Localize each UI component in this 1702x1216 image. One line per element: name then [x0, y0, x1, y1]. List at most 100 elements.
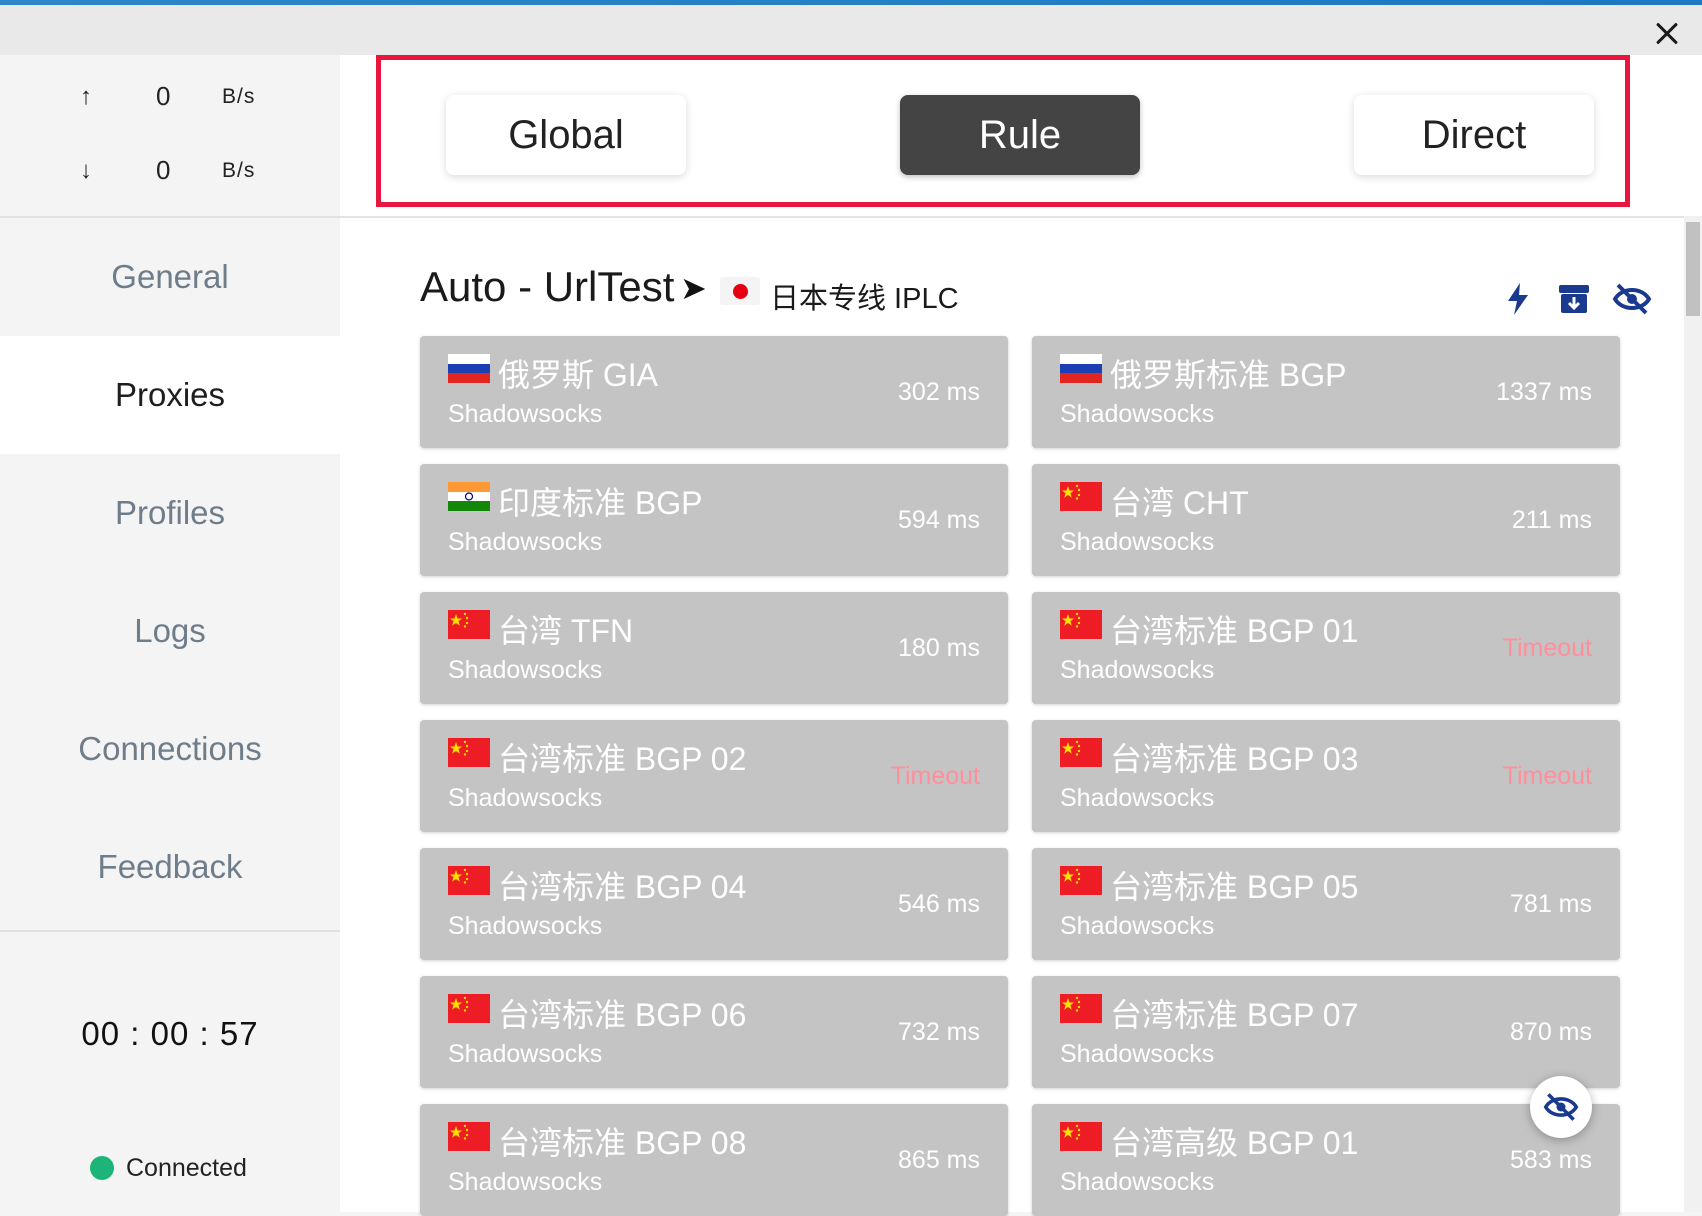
proxy-latency: Timeout — [890, 762, 980, 790]
upload-speed: ↑ 0 B/s — [80, 81, 280, 113]
china-flag-icon — [448, 866, 490, 895]
proxy-name: 台湾标准 BGP 04 — [498, 869, 747, 905]
china-flag-icon — [1060, 482, 1102, 511]
lightning-icon[interactable] — [1500, 281, 1536, 317]
close-icon[interactable] — [1650, 17, 1684, 51]
proxy-type: Shadowsocks — [448, 784, 603, 812]
status-label: Connected — [126, 1153, 247, 1182]
india-flag-icon — [448, 482, 490, 511]
download-arrow-icon: ↓ — [80, 157, 92, 184]
toggle-hidden-button[interactable] — [1530, 1076, 1592, 1138]
proxy-type: Shadowsocks — [1060, 1040, 1215, 1068]
proxy-type: Shadowsocks — [448, 400, 603, 428]
proxy-card[interactable]: 台湾标准 BGP 07 Shadowsocks 870 ms — [1032, 976, 1620, 1088]
nav-item-general[interactable]: General — [0, 218, 340, 336]
proxy-name: 台湾标准 BGP 07 — [1110, 997, 1359, 1033]
china-flag-icon — [448, 1122, 490, 1151]
proxy-type: Shadowsocks — [448, 1040, 603, 1068]
proxy-name: 台湾 TFN — [498, 613, 634, 649]
china-flag-icon — [1060, 610, 1102, 639]
proxy-card[interactable]: 俄罗斯标准 BGP Shadowsocks 1337 ms — [1032, 336, 1620, 448]
session-timer: 00 : 00 : 57 — [81, 1015, 259, 1052]
proxy-name: 台湾高级 BGP 01 — [1110, 1125, 1359, 1161]
sidebar: ↑ 0 B/s ↓ 0 B/s General Proxies Profiles… — [0, 55, 340, 1212]
eye-off-icon — [1543, 1093, 1579, 1121]
china-flag-icon — [1060, 738, 1102, 767]
proxy-latency: 1337 ms — [1496, 378, 1592, 406]
main-panel: Global Rule Direct Auto - UrlTest ➤ 日本专线… — [340, 55, 1702, 1216]
traffic-panel: ↑ 0 B/s ↓ 0 B/s — [0, 55, 340, 218]
proxy-name: 俄罗斯标准 BGP — [1110, 357, 1347, 393]
proxy-type: Shadowsocks — [1060, 1168, 1215, 1196]
proxy-name: 俄罗斯 GIA — [498, 357, 659, 393]
proxy-type: Shadowsocks — [448, 656, 603, 684]
proxy-card[interactable]: 台湾高级 BGP 01 Shadowsocks 583 ms — [1032, 1104, 1620, 1216]
proxy-card[interactable]: 台湾标准 BGP 03 Shadowsocks Timeout — [1032, 720, 1620, 832]
nav-item-feedback[interactable]: Feedback — [0, 808, 340, 926]
mode-rule-button[interactable]: Rule — [900, 95, 1140, 175]
archive-icon[interactable] — [1556, 281, 1592, 317]
eye-off-icon[interactable] — [1612, 281, 1652, 317]
china-flag-icon — [1060, 994, 1102, 1023]
nav-item-profiles[interactable]: Profiles — [0, 454, 340, 572]
proxy-name: 台湾标准 BGP 02 — [498, 741, 747, 777]
nav-item-proxies[interactable]: Proxies — [0, 336, 340, 454]
proxy-card[interactable]: 俄罗斯 GIA Shadowsocks 302 ms — [420, 336, 1008, 448]
mode-direct-button[interactable]: Direct — [1354, 95, 1594, 175]
proxy-card[interactable]: 台湾标准 BGP 04 Shadowsocks 546 ms — [420, 848, 1008, 960]
proxy-mode-bar: Global Rule Direct — [340, 55, 1702, 218]
nav-item-logs[interactable]: Logs — [0, 572, 340, 690]
proxy-latency: 211 ms — [1511, 506, 1592, 534]
proxy-card[interactable]: 台湾标准 BGP 08 Shadowsocks 865 ms — [420, 1104, 1008, 1216]
sidebar-divider — [0, 930, 340, 932]
scroll-thumb[interactable] — [1686, 222, 1700, 316]
proxy-name: 台湾标准 BGP 03 — [1110, 741, 1359, 777]
proxy-group-header: Auto - UrlTest ➤ 日本专线 IPLC — [420, 263, 1652, 323]
proxy-type: Shadowsocks — [1060, 784, 1215, 812]
upload-arrow-icon: ↑ — [80, 83, 92, 110]
download-speed: ↓ 0 B/s — [80, 155, 280, 187]
proxy-latency: Timeout — [1502, 762, 1592, 790]
proxy-name: 台湾 CHT — [1110, 485, 1249, 521]
download-unit: B/s — [222, 159, 256, 182]
proxy-type: Shadowsocks — [448, 1168, 603, 1196]
upload-value: 0 — [156, 81, 171, 111]
nav-item-connections[interactable]: Connections — [0, 690, 340, 808]
china-flag-icon — [448, 738, 490, 767]
status-dot-icon — [90, 1156, 114, 1180]
proxy-latency: 781 ms — [1510, 890, 1592, 918]
group-title: Auto - UrlTest — [420, 263, 675, 310]
proxy-name: 印度标准 BGP — [498, 485, 703, 521]
proxy-type: Shadowsocks — [1060, 528, 1215, 556]
group-selected-proxy: 日本专线 IPLC — [770, 283, 959, 315]
download-value: 0 — [156, 155, 171, 185]
proxy-name: 台湾标准 BGP 06 — [498, 997, 747, 1033]
russia-flag-icon — [1060, 354, 1102, 383]
japan-flag-icon — [720, 277, 760, 305]
china-flag-icon — [1060, 1122, 1102, 1151]
proxy-card[interactable]: 台湾标准 BGP 02 Shadowsocks Timeout — [420, 720, 1008, 832]
proxy-latency: 546 ms — [898, 890, 980, 918]
proxy-type: Shadowsocks — [1060, 400, 1215, 428]
china-flag-icon — [448, 994, 490, 1023]
proxy-type: Shadowsocks — [448, 528, 603, 556]
proxy-latency: Timeout — [1502, 634, 1592, 662]
proxy-card[interactable]: 印度标准 BGP Shadowsocks 594 ms — [420, 464, 1008, 576]
proxy-latency: 870 ms — [1510, 1018, 1592, 1046]
proxy-card[interactable]: 台湾 CHT Shadowsocks 211 ms — [1032, 464, 1620, 576]
proxy-name: 台湾标准 BGP 01 — [1110, 613, 1359, 649]
proxy-name: 台湾标准 BGP 08 — [498, 1125, 747, 1161]
proxy-type: Shadowsocks — [1060, 656, 1215, 684]
proxy-card[interactable]: 台湾标准 BGP 01 Shadowsocks Timeout — [1032, 592, 1620, 704]
proxy-type: Shadowsocks — [1060, 912, 1215, 940]
connection-status: Connected — [90, 1153, 247, 1183]
mode-global-button[interactable]: Global — [446, 95, 686, 175]
proxy-latency: 302 ms — [898, 378, 980, 406]
proxy-card[interactable]: 台湾标准 BGP 06 Shadowsocks 732 ms — [420, 976, 1008, 1088]
upload-unit: B/s — [222, 85, 256, 108]
proxy-type: Shadowsocks — [448, 912, 603, 940]
scrollbar[interactable] — [1684, 216, 1702, 1212]
arrow-right-icon: ➤ — [680, 270, 707, 306]
proxy-card[interactable]: 台湾标准 BGP 05 Shadowsocks 781 ms — [1032, 848, 1620, 960]
proxy-card[interactable]: 台湾 TFN Shadowsocks 180 ms — [420, 592, 1008, 704]
